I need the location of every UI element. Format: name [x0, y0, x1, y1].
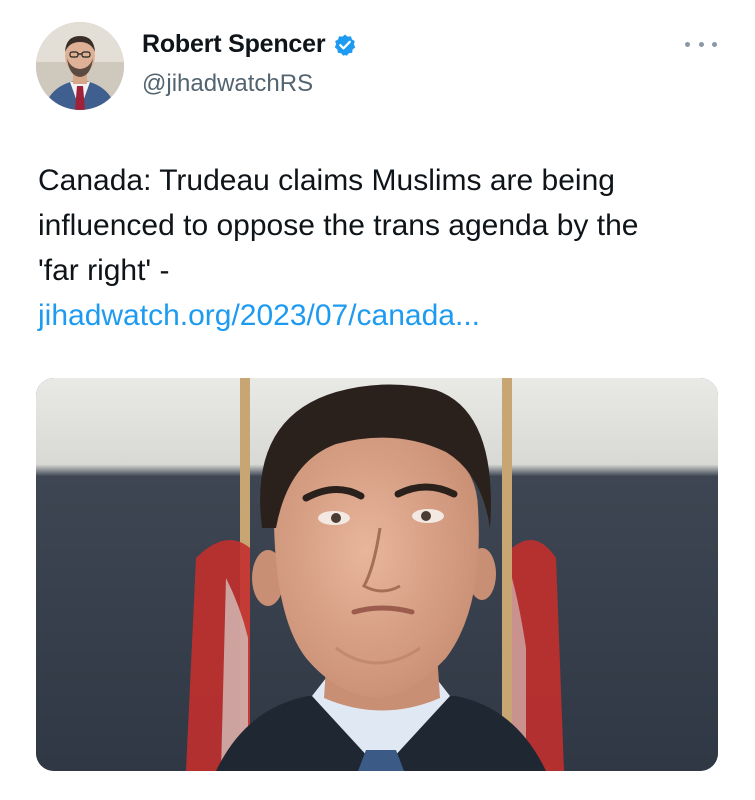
verified-badge-icon	[333, 33, 357, 57]
ellipsis-icon	[685, 41, 690, 47]
avatar-photo-icon	[36, 22, 124, 110]
tweet-media-photo[interactable]	[36, 378, 718, 771]
tweet-card: Robert Spencer @jihadwatchRS Canada: Tru…	[0, 0, 755, 800]
ellipsis-icon	[698, 41, 704, 47]
author-handle[interactable]: @jihadwatchRS	[142, 70, 313, 98]
tweet-text-line: influenced to oppose the trans agenda by…	[38, 209, 639, 242]
author-display-name[interactable]: Robert Spencer	[142, 30, 326, 59]
news-photo-man-portrait	[36, 378, 718, 771]
author-name-row: Robert Spencer	[142, 30, 357, 59]
tweet-text-line: 'far right' -	[38, 254, 170, 287]
tweet-text: Canada: Trudeau claims Muslims are being…	[38, 158, 718, 338]
tweet-text-line: Canada: Trudeau claims Muslims are being	[38, 164, 615, 197]
ellipsis-icon	[712, 41, 717, 47]
author-avatar[interactable]	[36, 22, 124, 110]
tweet-link[interactable]: jihadwatch.org/2023/07/canada...	[38, 293, 718, 338]
more-options-button[interactable]	[685, 34, 717, 54]
